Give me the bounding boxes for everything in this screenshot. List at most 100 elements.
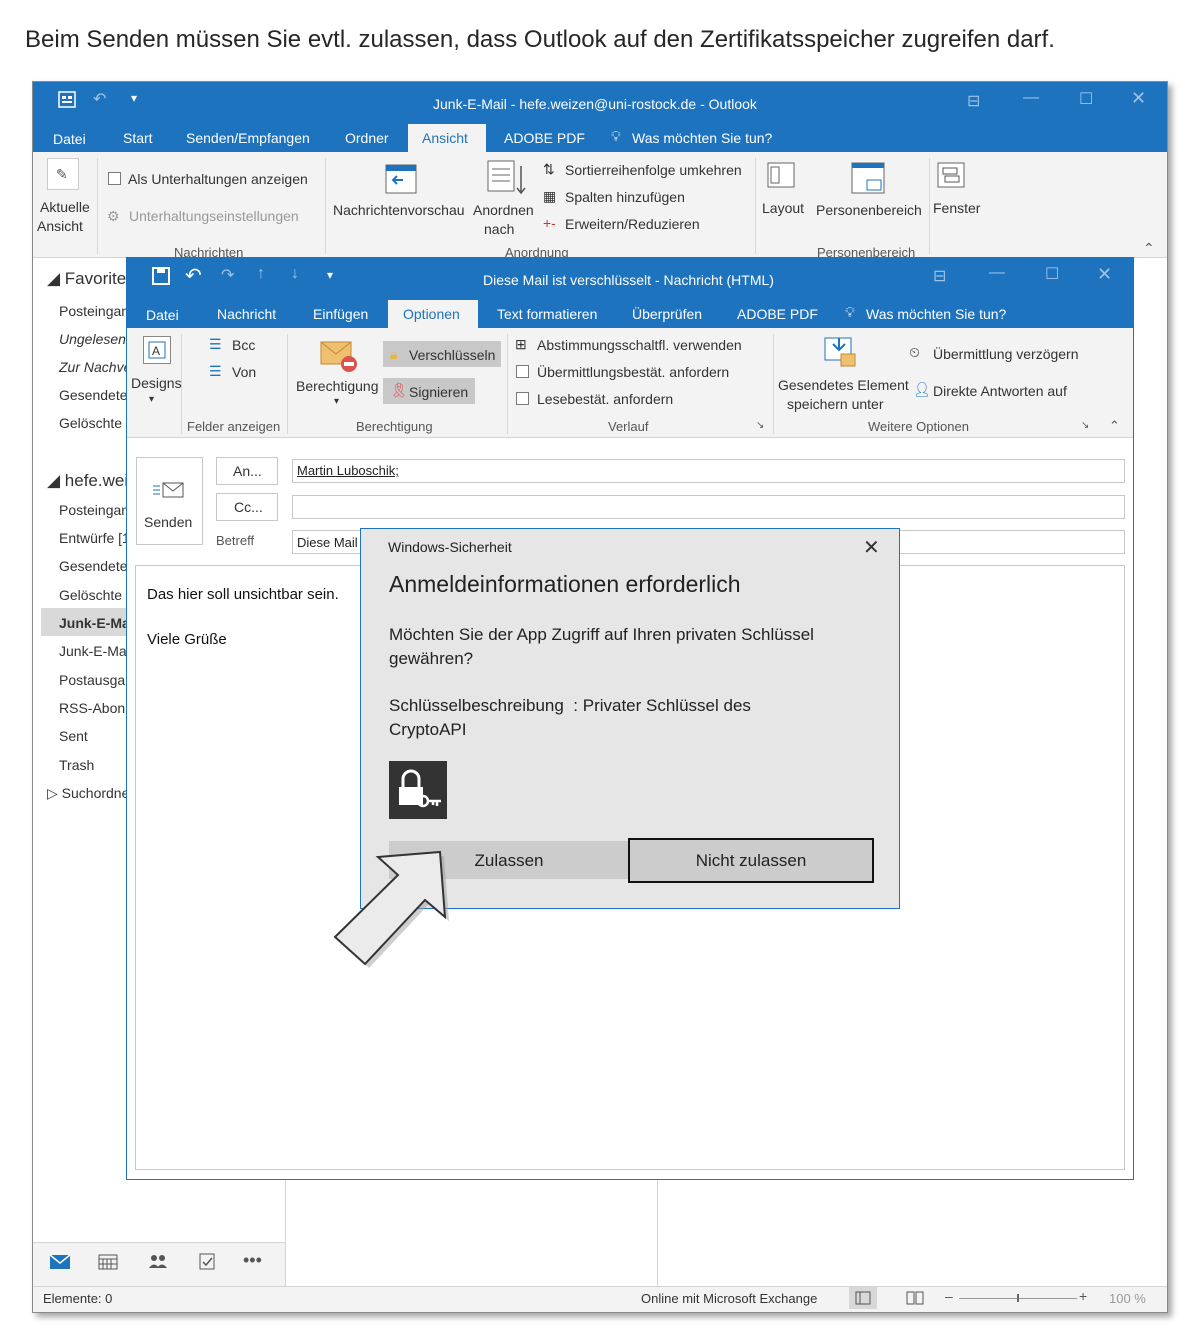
- zoom-level[interactable]: 100 %: [1109, 1291, 1146, 1306]
- layout-button[interactable]: Layout: [762, 200, 804, 216]
- sortierreihenfolge-button[interactable]: Sortierreihenfolge umkehren: [565, 162, 742, 178]
- outer-tab-datei[interactable]: Datei: [53, 131, 86, 147]
- outer-tab-ordner[interactable]: Ordner: [345, 130, 389, 146]
- outer-qat-dropdown-icon[interactable]: ▾: [131, 91, 137, 105]
- inner-qat-dropdown-icon[interactable]: ▾: [327, 268, 333, 282]
- bcc-button[interactable]: Bcc: [232, 337, 255, 353]
- inner-tab-optionen[interactable]: Optionen: [388, 300, 478, 328]
- ribbon-separator: [97, 158, 98, 254]
- svg-text:✎: ✎: [56, 166, 68, 182]
- mail-icon[interactable]: [49, 1253, 71, 1276]
- nav-acc-entwuerfe[interactable]: Entwürfe [1]: [59, 530, 134, 546]
- ribbon-separator: [755, 158, 756, 254]
- inner-tab-einfuegen[interactable]: Einfügen: [313, 306, 368, 322]
- inner-tab-adobe-pdf[interactable]: ADOBE PDF: [737, 306, 818, 322]
- normal-view-icon[interactable]: [849, 1287, 877, 1309]
- nav-acc-suchordner[interactable]: ▷ Suchordner: [47, 785, 134, 802]
- gesendetes-element-label-1[interactable]: Gesendetes Element: [778, 377, 909, 393]
- inner-tab-nachricht[interactable]: Nachricht: [217, 306, 276, 322]
- nav-acc-sent[interactable]: Sent: [59, 728, 88, 744]
- outer-tab-start[interactable]: Start: [123, 130, 153, 146]
- designs-button[interactable]: Designs: [131, 375, 182, 391]
- gesendetes-element-label-2[interactable]: speichern unter: [787, 396, 884, 412]
- nav-acc-junk-email[interactable]: Junk-E-Mail: [59, 643, 133, 659]
- to-field[interactable]: [292, 459, 1125, 483]
- zoom-out-icon[interactable]: –: [945, 1288, 953, 1304]
- outer-ribbon-display-icon[interactable]: ⊟: [967, 91, 980, 111]
- berechtigung-dropdown-icon[interactable]: ▾: [334, 396, 339, 407]
- anordnen-label-1[interactable]: Anordnen: [473, 202, 534, 218]
- weitere-dialog-launcher-icon[interactable]: ↘: [1081, 420, 1089, 431]
- nachrichtenvorschau-button[interactable]: Nachrichtenvorschau: [333, 202, 465, 218]
- inner-close-icon[interactable]: ✕: [1097, 264, 1112, 285]
- verschluesseln-label: Verschlüsseln: [409, 347, 496, 363]
- inner-tab-ueberpruefen[interactable]: Überprüfen: [632, 306, 702, 322]
- calendar-icon[interactable]: [97, 1253, 119, 1276]
- zoom-in-icon[interactable]: +: [1079, 1288, 1087, 1304]
- save-icon[interactable]: [151, 266, 171, 291]
- nav-acc-gesendete[interactable]: Gesendete: [59, 558, 128, 574]
- zoom-slider-thumb[interactable]: [1017, 1294, 1019, 1302]
- tasks-icon[interactable]: [197, 1251, 217, 1276]
- aktuelle-ansicht-label-1[interactable]: Aktuelle: [40, 199, 90, 215]
- designs-dropdown-icon[interactable]: ▾: [149, 394, 154, 405]
- inner-tab-text-formatieren[interactable]: Text formatieren: [497, 306, 597, 322]
- collapse-ribbon-icon[interactable]: ⌃: [1143, 240, 1155, 257]
- pointer-arrow-icon: [330, 842, 460, 982]
- outer-tab-ansicht[interactable]: Ansicht: [408, 124, 486, 152]
- lesebestaet-checkbox[interactable]: [516, 392, 529, 405]
- berechtigung-icon: [319, 338, 359, 379]
- inner-redo-icon[interactable]: ↷: [221, 265, 234, 285]
- senden-label: Senden: [144, 514, 193, 530]
- cc-field[interactable]: [292, 495, 1125, 519]
- dialog-close-icon[interactable]: ✕: [863, 535, 880, 560]
- nav-fav-geloeschte[interactable]: Gelöschte: [59, 415, 122, 431]
- outer-undo-icon[interactable]: ↶: [93, 89, 106, 109]
- fenster-button[interactable]: Fenster: [933, 200, 980, 216]
- direkte-antworten-button[interactable]: Direkte Antworten auf: [933, 383, 1067, 399]
- to-recipient[interactable]: Martin Luboschik;: [297, 463, 399, 478]
- inner-undo-icon[interactable]: ↶: [185, 263, 202, 288]
- nav-fav-gesendete[interactable]: Gesendete: [59, 387, 128, 403]
- previous-item-icon[interactable]: ↑: [257, 265, 265, 283]
- next-item-icon[interactable]: ↓: [291, 265, 299, 283]
- berechtigung-button[interactable]: Berechtigung: [296, 378, 379, 394]
- inner-minimize-icon[interactable]: —: [989, 264, 1005, 282]
- inner-window-title: Diese Mail ist verschlüsselt - Nachricht…: [483, 272, 774, 288]
- von-button[interactable]: Von: [232, 364, 256, 380]
- outer-tab-adobe-pdf[interactable]: ADOBE PDF: [504, 130, 585, 146]
- personenbereich-button[interactable]: Personenbereich: [816, 202, 922, 218]
- nav-favoriten-header[interactable]: ◢ Favoriten: [47, 269, 136, 289]
- anordnen-label-2[interactable]: nach: [484, 221, 514, 237]
- sort-reverse-icon: ⇅: [543, 161, 555, 177]
- group-berechtigung: Berechtigung: [356, 419, 433, 434]
- aktuelle-ansicht-label-2[interactable]: Ansicht: [37, 218, 83, 234]
- unterhaltungseinstellungen-button[interactable]: Unterhaltungseinstellungen: [129, 208, 299, 224]
- inner-lightbulb-icon: 💡︎: [845, 304, 855, 320]
- spalten-button[interactable]: Spalten hinzufügen: [565, 189, 685, 205]
- people-icon[interactable]: [147, 1252, 169, 1275]
- reading-view-icon[interactable]: [905, 1289, 925, 1312]
- verlauf-dialog-launcher-icon[interactable]: ↘: [756, 420, 764, 431]
- more-icon[interactable]: •••: [243, 1250, 262, 1271]
- body-line-2: Viele Grüße: [147, 631, 227, 648]
- outer-minimize-icon[interactable]: —: [1023, 89, 1039, 107]
- nav-acc-trash[interactable]: Trash: [59, 757, 94, 773]
- abstimmung-button[interactable]: Abstimmungsschaltfl. verwenden: [537, 337, 742, 353]
- erweitern-button[interactable]: Erweitern/Reduzieren: [565, 216, 700, 232]
- uebermittlung-verzoegern-button[interactable]: Übermittlung verzögern: [933, 346, 1079, 362]
- inner-collapse-ribbon-icon[interactable]: ⌃: [1109, 418, 1120, 434]
- inner-ribbon-display-icon[interactable]: ⊟: [933, 266, 946, 286]
- outer-close-icon[interactable]: ✕: [1131, 88, 1146, 109]
- nav-acc-geloeschte[interactable]: Gelöschte: [59, 587, 122, 603]
- inner-maximize-icon[interactable]: ☐: [1045, 264, 1059, 284]
- uebermittlungsbestaet-label: Übermittlungsbestät. anfordern: [537, 364, 730, 380]
- outer-tell-me[interactable]: Was möchten Sie tun?: [632, 130, 772, 146]
- outer-tab-senden-empfangen[interactable]: Senden/Empfangen: [186, 130, 310, 146]
- nav-fav-ungelesen[interactable]: Ungelesen: [59, 331, 126, 347]
- inner-tab-datei[interactable]: Datei: [146, 307, 179, 323]
- als-unterhaltungen-checkbox[interactable]: [108, 172, 121, 185]
- outer-maximize-icon[interactable]: ☐: [1079, 89, 1093, 109]
- inner-tell-me[interactable]: Was möchten Sie tun?: [866, 306, 1006, 322]
- uebermittlungsbestaet-checkbox[interactable]: [516, 365, 529, 378]
